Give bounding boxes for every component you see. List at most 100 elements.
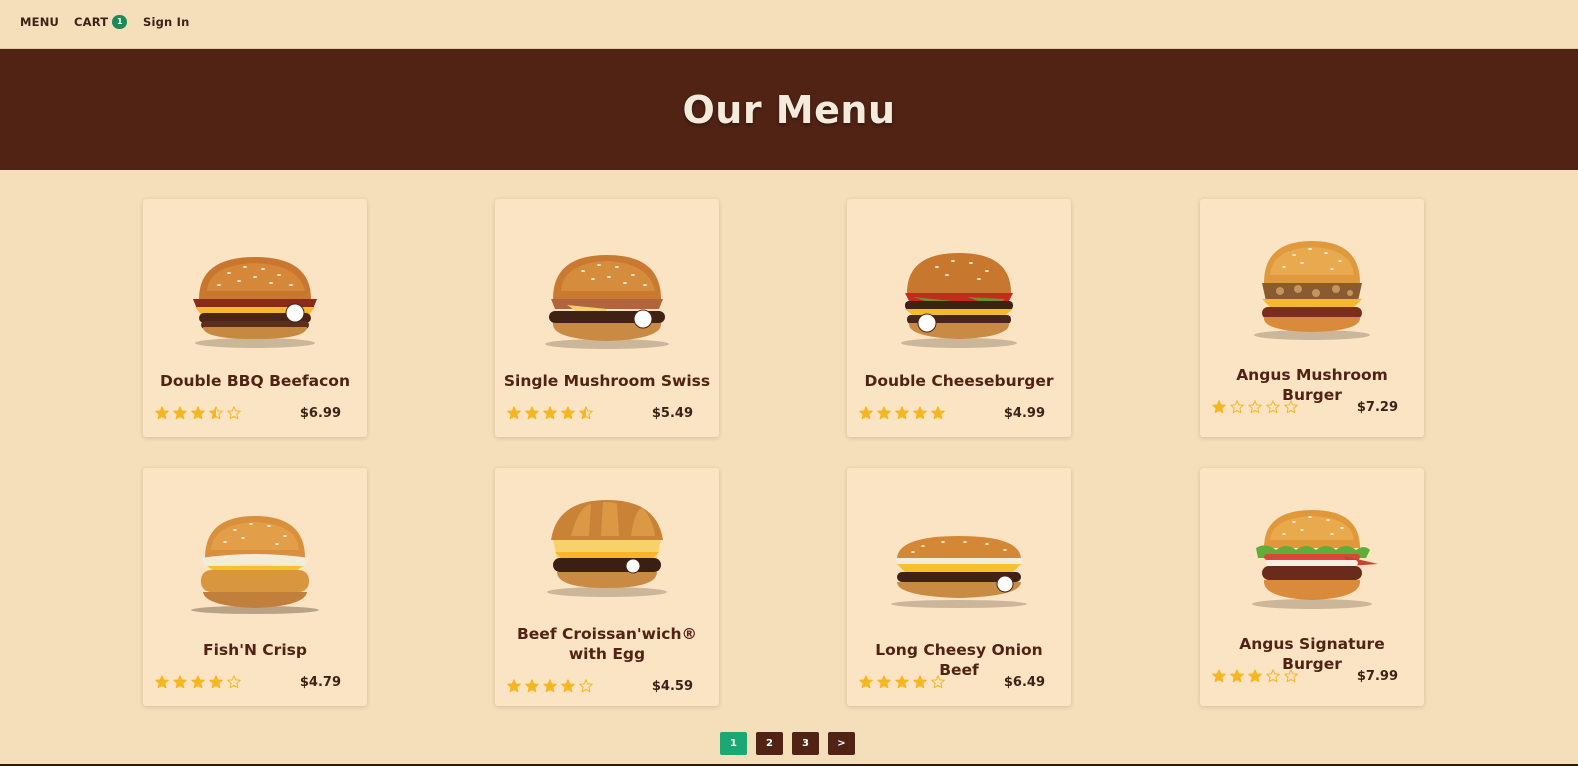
product-footer: $7.99 bbox=[1212, 667, 1398, 685]
page-title: Our Menu bbox=[682, 87, 896, 132]
star-full-icon bbox=[1212, 400, 1226, 414]
nav-cart-link[interactable]: CART 1 bbox=[74, 15, 128, 29]
product-card[interactable]: Long Cheesy Onion Beef $6.49 bbox=[847, 468, 1071, 706]
star-full-icon bbox=[507, 679, 521, 693]
page-button-2[interactable]: 2 bbox=[756, 732, 783, 755]
star-full-icon bbox=[913, 406, 927, 420]
star-full-icon bbox=[561, 679, 575, 693]
star-empty-icon bbox=[1284, 400, 1298, 414]
burger-image bbox=[1252, 510, 1378, 609]
star-empty-icon bbox=[1230, 400, 1244, 414]
burger-image bbox=[545, 255, 669, 349]
product-price: $7.99 bbox=[1356, 668, 1398, 684]
product-name: Beef Croissan'wich® with Egg bbox=[516, 625, 697, 663]
page-button-3[interactable]: 3 bbox=[792, 732, 819, 755]
star-full-icon bbox=[931, 406, 945, 420]
star-half-icon bbox=[209, 406, 223, 420]
sign-in-link[interactable]: Sign In bbox=[143, 15, 190, 29]
product-card[interactable]: Angus Signature Burger $7.99 bbox=[1200, 468, 1424, 706]
star-empty-icon bbox=[227, 406, 241, 420]
star-full-icon bbox=[525, 406, 539, 420]
star-empty-icon bbox=[1284, 669, 1298, 683]
product-card[interactable]: Single Mushroom Swiss $5.49 bbox=[495, 199, 719, 437]
croissant-sandwich-image bbox=[547, 500, 667, 597]
product-name: Single Mushroom Swiss bbox=[503, 372, 711, 390]
product-price: $4.59 bbox=[651, 678, 693, 694]
rating-stars bbox=[507, 678, 597, 694]
star-full-icon bbox=[543, 406, 557, 420]
burger-image bbox=[901, 253, 1017, 348]
rating-stars bbox=[155, 405, 245, 421]
top-navigation: MENU CART 1 Sign In bbox=[0, 0, 1578, 49]
hero-banner: Our Menu bbox=[0, 49, 1578, 170]
star-full-icon bbox=[507, 406, 521, 420]
product-footer: $6.49 bbox=[859, 673, 1045, 691]
star-full-icon bbox=[561, 406, 575, 420]
star-full-icon bbox=[1248, 669, 1262, 683]
cart-count-badge: 1 bbox=[112, 15, 128, 29]
rating-stars bbox=[1212, 668, 1302, 684]
product-footer: $6.99 bbox=[155, 404, 341, 422]
product-footer: $4.99 bbox=[859, 404, 1045, 422]
fish-sandwich-image bbox=[191, 516, 319, 614]
star-full-icon bbox=[155, 406, 169, 420]
product-price: $4.79 bbox=[299, 674, 341, 690]
star-full-icon bbox=[895, 406, 909, 420]
star-full-icon bbox=[877, 406, 891, 420]
nav-cart-label: CART bbox=[74, 15, 109, 29]
star-full-icon bbox=[543, 679, 557, 693]
product-price: $6.99 bbox=[299, 405, 341, 421]
star-full-icon bbox=[525, 679, 539, 693]
product-footer: $7.29 bbox=[1212, 398, 1398, 416]
star-full-icon bbox=[913, 675, 927, 689]
star-empty-icon bbox=[1266, 400, 1280, 414]
burger-image bbox=[1254, 241, 1370, 340]
product-card[interactable]: Fish'N Crisp $4.79 bbox=[143, 468, 367, 706]
product-footer: $4.79 bbox=[155, 673, 341, 691]
star-full-icon bbox=[877, 675, 891, 689]
star-full-icon bbox=[895, 675, 909, 689]
star-full-icon bbox=[155, 675, 169, 689]
burger-image bbox=[193, 257, 317, 348]
product-card[interactable]: Double BBQ Beefacon $6.99 bbox=[143, 199, 367, 437]
long-sandwich-image bbox=[891, 536, 1027, 608]
star-full-icon bbox=[209, 675, 223, 689]
star-full-icon bbox=[173, 406, 187, 420]
star-full-icon bbox=[1212, 669, 1226, 683]
next-page-button[interactable]: > bbox=[828, 732, 855, 755]
star-full-icon bbox=[191, 675, 205, 689]
star-full-icon bbox=[191, 406, 205, 420]
star-empty-icon bbox=[1266, 669, 1280, 683]
rating-stars bbox=[859, 674, 949, 690]
page-button-1[interactable]: 1 bbox=[720, 732, 747, 755]
product-name: Fish'N Crisp bbox=[203, 641, 307, 659]
product-price: $7.29 bbox=[1356, 399, 1398, 415]
rating-stars bbox=[507, 405, 597, 421]
product-name: Double BBQ Beefacon bbox=[160, 372, 350, 390]
star-empty-icon bbox=[931, 675, 945, 689]
product-price: $4.99 bbox=[1003, 405, 1045, 421]
product-card[interactable]: Angus Mushroom Burger $7.29 bbox=[1200, 199, 1424, 437]
star-empty-icon bbox=[579, 679, 593, 693]
rating-stars bbox=[155, 674, 245, 690]
star-full-icon bbox=[1230, 669, 1244, 683]
nav-menu-link[interactable]: MENU bbox=[20, 15, 59, 29]
pagination: 1 2 3 > bbox=[720, 732, 864, 755]
product-card[interactable]: Beef Croissan'wich® with Egg $4.59 bbox=[495, 468, 719, 706]
product-name: Double Cheeseburger bbox=[864, 372, 1054, 390]
star-full-icon bbox=[859, 675, 873, 689]
product-footer: $4.59 bbox=[507, 677, 693, 695]
star-full-icon bbox=[859, 406, 873, 420]
star-half-icon bbox=[579, 406, 593, 420]
product-price: $5.49 bbox=[651, 405, 693, 421]
sign-in-label: Sign In bbox=[143, 15, 190, 29]
star-empty-icon bbox=[1248, 400, 1262, 414]
product-price: $6.49 bbox=[1003, 674, 1045, 690]
nav-menu-label: MENU bbox=[20, 15, 60, 29]
product-card[interactable]: Double Cheeseburger $4.99 bbox=[847, 199, 1071, 437]
product-footer: $5.49 bbox=[507, 404, 693, 422]
rating-stars bbox=[1212, 399, 1302, 415]
star-empty-icon bbox=[227, 675, 241, 689]
rating-stars bbox=[859, 405, 949, 421]
star-full-icon bbox=[173, 675, 187, 689]
